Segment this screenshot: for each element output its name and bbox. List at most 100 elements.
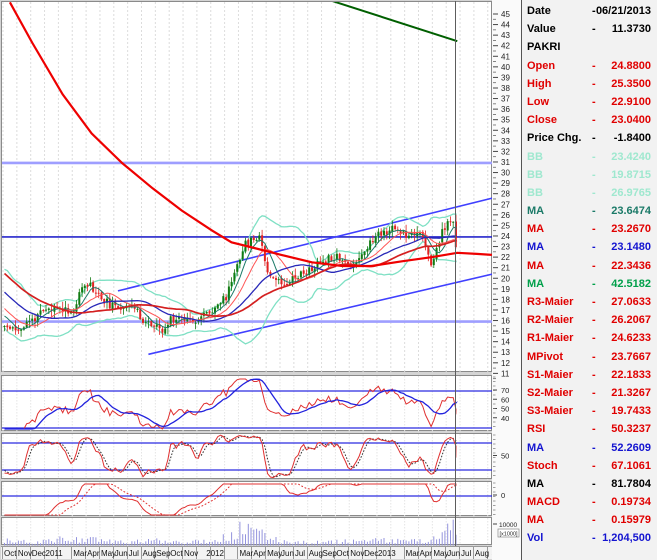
info-label: MPivot — [527, 348, 563, 366]
info-row-ma-14: MA-22.3436 — [522, 257, 657, 275]
time-axis-label: Dec — [364, 549, 378, 558]
svg-text:11: 11 — [501, 369, 510, 378]
info-label: S2-Maier — [527, 384, 573, 402]
svg-text:60: 60 — [501, 395, 509, 404]
info-row-r3-maier-16: R3-Maier-27.0633 — [522, 293, 657, 311]
rsi-indicator-panel[interactable] — [1, 375, 492, 431]
info-value: 23.6474 — [611, 202, 651, 220]
time-axis-label: Jun — [447, 549, 460, 558]
info-row-bb-10: BB-26.9765 — [522, 184, 657, 202]
info-dash: - — [592, 166, 596, 184]
info-row-open-3: Open-24.8800 — [522, 57, 657, 75]
svg-text:43: 43 — [501, 31, 510, 40]
macd-canvas[interactable] — [2, 482, 493, 517]
price-chart-panel[interactable] — [1, 1, 492, 372]
time-axis-label: Dec — [32, 549, 46, 558]
info-row-ma-26: MA-81.7804 — [522, 475, 657, 493]
time-axis-tick — [2, 547, 3, 559]
info-value: 23.1480 — [611, 238, 651, 256]
svg-text:34: 34 — [501, 126, 510, 135]
price-axis-canvas: 4544434241403938373635343332313029282726… — [492, 0, 521, 560]
info-value: 0.15979 — [611, 511, 651, 529]
svg-text:22: 22 — [501, 253, 510, 262]
svg-text:36: 36 — [501, 105, 510, 114]
svg-text:26: 26 — [501, 211, 510, 220]
data-readout-panel: Date-06/21/2013Value-11.3730PAKRIOpen-24… — [521, 0, 657, 560]
price-axis: 4544434241403938373635343332313029282726… — [492, 0, 521, 560]
info-row-ma-24: MA-52.2609 — [522, 439, 657, 457]
price-chart-canvas[interactable] — [2, 2, 493, 373]
info-value: 1,204,500 — [602, 529, 651, 547]
info-label: MA — [527, 220, 544, 238]
info-label: RSI — [527, 420, 545, 438]
time-axis-label: May — [433, 549, 448, 558]
info-row-rsi-23: RSI-50.3237 — [522, 420, 657, 438]
info-dash: - — [592, 111, 596, 129]
info-label: MA — [527, 202, 544, 220]
time-axis-label: May — [267, 549, 282, 558]
svg-text:31: 31 — [501, 158, 510, 167]
svg-text:40: 40 — [501, 63, 510, 72]
info-dash: - — [592, 457, 596, 475]
info-label: Price Chg. — [527, 129, 581, 147]
info-value: 26.9765 — [611, 184, 651, 202]
time-axis-label: Apr — [420, 549, 432, 558]
info-value: 24.8800 — [611, 57, 651, 75]
info-row-ma-11: MA-23.6474 — [522, 202, 657, 220]
time-axis-tick — [307, 547, 308, 559]
info-value: 22.1833 — [611, 366, 651, 384]
time-axis-label: Sep — [323, 549, 337, 558]
svg-text:50: 50 — [501, 452, 509, 461]
time-axis-label: Apr — [87, 549, 99, 558]
info-dash: - — [592, 311, 596, 329]
time-axis-label: Jul — [129, 549, 139, 558]
time-axis-tick — [141, 547, 142, 559]
info-dash: - — [592, 293, 596, 311]
svg-text:23: 23 — [501, 243, 510, 252]
stochastic-canvas[interactable] — [2, 434, 493, 480]
info-dash: - — [592, 238, 596, 256]
info-dash: - — [592, 475, 596, 493]
info-label: Low — [527, 93, 549, 111]
time-axis-label: 2013 — [378, 549, 396, 558]
time-axis-tick — [237, 547, 238, 559]
info-row-s3-maier-22: S3-Maier-19.7433 — [522, 402, 657, 420]
time-axis-label: Oct — [170, 549, 182, 558]
stock-chart-window: OctNovDec2011MarAprMayJunJulAugSepOctNov… — [0, 0, 657, 560]
svg-text:13: 13 — [501, 348, 510, 357]
svg-text:33: 33 — [501, 137, 510, 146]
info-label: MA — [527, 275, 544, 293]
info-value: 81.7804 — [611, 475, 651, 493]
time-axis-tick — [71, 547, 72, 559]
svg-text:29: 29 — [501, 179, 510, 188]
info-label: Close — [527, 111, 557, 129]
info-label: PAKRI — [527, 38, 560, 56]
info-dash: - — [592, 57, 596, 75]
info-row-date-0: Date-06/21/2013 — [522, 2, 657, 20]
volume-canvas[interactable] — [2, 518, 493, 546]
info-value: -1.8400 — [614, 129, 651, 147]
info-row-close-6: Close-23.0400 — [522, 111, 657, 129]
volume-panel[interactable] — [1, 517, 492, 545]
svg-text:38: 38 — [501, 84, 510, 93]
stochastic-indicator-panel[interactable] — [1, 433, 492, 479]
info-label: MA — [527, 439, 544, 457]
info-row-ma-12: MA -23.2670 — [522, 220, 657, 238]
svg-text:24: 24 — [501, 232, 510, 241]
time-axis-label: Oct — [336, 549, 348, 558]
info-row-high-4: High-25.3500 — [522, 75, 657, 93]
info-value: 23.2670 — [611, 220, 651, 238]
crosshair-cursor-line[interactable] — [455, 1, 456, 546]
rsi-canvas[interactable] — [2, 376, 493, 432]
info-dash: - — [592, 220, 596, 238]
info-value: 42.5182 — [611, 275, 651, 293]
time-axis-label: 2011 — [46, 549, 63, 558]
info-value: 23.4240 — [611, 148, 651, 166]
macd-indicator-panel[interactable] — [1, 481, 492, 516]
info-dash: - — [592, 402, 596, 420]
svg-text:32: 32 — [501, 147, 510, 156]
svg-text:37: 37 — [501, 95, 510, 104]
info-dash: - — [592, 493, 596, 511]
info-label: MA — [527, 257, 544, 275]
info-dash: - — [592, 75, 596, 93]
